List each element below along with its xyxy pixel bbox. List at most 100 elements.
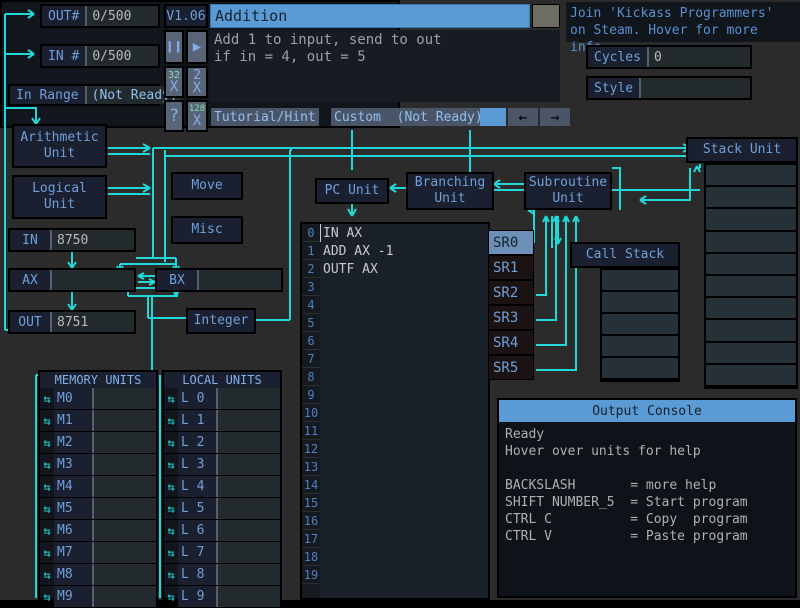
- local-unit-row-value[interactable]: [218, 564, 280, 585]
- stack-unit-row[interactable]: [706, 209, 796, 232]
- memory-unit-row-value[interactable]: [94, 586, 156, 607]
- call-stack-header[interactable]: Call Stack: [570, 242, 680, 268]
- swap-icon[interactable]: ⇆: [164, 454, 178, 475]
- out-counter[interactable]: OUT# 0/500: [40, 4, 160, 28]
- speed-32x-button[interactable]: 32 X: [164, 66, 184, 98]
- memory-unit-row[interactable]: ⇆ M5: [40, 498, 156, 520]
- code-line[interactable]: [320, 314, 488, 332]
- code-line[interactable]: [320, 512, 488, 530]
- stack-unit-row[interactable]: [706, 165, 796, 188]
- memory-units-table[interactable]: MEMORY UNITS ⇆ M0 ⇆ M1 ⇆ M2 ⇆ M3 ⇆ M4 ⇆ M5 ⇆ M6 ⇆ M7 ⇆ M8…: [38, 370, 158, 608]
- stack-unit-row[interactable]: [706, 298, 796, 321]
- code-line[interactable]: [320, 296, 488, 314]
- stack-unit-row[interactable]: [706, 187, 796, 210]
- code-line[interactable]: [320, 422, 488, 440]
- memory-unit-row-value[interactable]: [94, 388, 156, 409]
- swap-icon[interactable]: ⇆: [40, 564, 54, 585]
- subroutine-register-sr4[interactable]: SR4: [488, 330, 534, 355]
- subroutine-register-sr2[interactable]: SR2: [488, 280, 534, 305]
- in-range-status[interactable]: In Range (Not Ready): [8, 84, 183, 106]
- swap-icon[interactable]: ⇆: [164, 564, 178, 585]
- local-unit-row[interactable]: ⇆ L 1: [164, 410, 280, 432]
- local-unit-row-value[interactable]: [218, 432, 280, 453]
- swap-icon[interactable]: ⇆: [164, 498, 178, 519]
- local-units-table[interactable]: LOCAL UNITS ⇆ L 0 ⇆ L 1 ⇆ L 2 ⇆ L 3 ⇆ L 4 ⇆ L 5 ⇆ L 6…: [162, 370, 282, 608]
- code-editor[interactable]: 0 1 2 3 4 5 6 7 8 9 10 11 12 13 14 15 16 17 18 19 IN AX ADD …: [300, 222, 490, 600]
- next-program-button[interactable]: →: [540, 108, 570, 126]
- memory-unit-row[interactable]: ⇆ M7: [40, 542, 156, 564]
- swap-icon[interactable]: ⇆: [164, 388, 178, 409]
- speed-2x-button[interactable]: 2 X: [186, 66, 208, 98]
- register-bx[interactable]: BX: [155, 268, 283, 292]
- local-unit-row[interactable]: ⇆ L 9: [164, 586, 280, 608]
- memory-unit-row-value[interactable]: [94, 476, 156, 497]
- integer-unit[interactable]: Integer: [186, 308, 256, 334]
- code-line[interactable]: [320, 530, 488, 548]
- code-line[interactable]: [320, 332, 488, 350]
- call-stack-row[interactable]: [602, 292, 678, 314]
- program-title-input[interactable]: Addition: [210, 4, 530, 28]
- swap-icon[interactable]: ⇆: [40, 476, 54, 497]
- output-console[interactable]: Output Console Ready Hover over units fo…: [497, 398, 797, 598]
- local-unit-row[interactable]: ⇆ L 4: [164, 476, 280, 498]
- code-line[interactable]: ADD AX -1: [320, 242, 488, 260]
- memory-unit-row[interactable]: ⇆ M0: [40, 388, 156, 410]
- local-unit-row[interactable]: ⇆ L 6: [164, 520, 280, 542]
- local-unit-row-value[interactable]: [218, 410, 280, 431]
- memory-unit-row-value[interactable]: [94, 432, 156, 453]
- misc-unit[interactable]: Misc: [171, 216, 243, 244]
- subroutine-register-sr0[interactable]: SR0: [488, 230, 534, 255]
- swap-icon[interactable]: ⇆: [40, 454, 54, 475]
- memory-unit-row[interactable]: ⇆ M3: [40, 454, 156, 476]
- style-field[interactable]: Style: [586, 76, 752, 100]
- program-description[interactable]: Add 1 to input, send to out if in = 4, o…: [210, 30, 560, 102]
- memory-units-rows[interactable]: ⇆ M0 ⇆ M1 ⇆ M2 ⇆ M3 ⇆ M4 ⇆ M5 ⇆ M6 ⇆ M7 ⇆ M8 ⇆ M9: [40, 388, 156, 608]
- code-line[interactable]: OUTF AX: [320, 260, 488, 278]
- subroutine-register-list[interactable]: SR0 SR1 SR2 SR3 SR4 SR5: [488, 230, 534, 380]
- memory-unit-row-value[interactable]: [94, 564, 156, 585]
- swap-icon[interactable]: ⇆: [40, 498, 54, 519]
- cycles-field[interactable]: Cycles 0: [586, 45, 752, 69]
- stack-unit-row[interactable]: [706, 364, 796, 387]
- local-unit-row-value[interactable]: [218, 388, 280, 409]
- logical-unit[interactable]: Logical Unit: [12, 175, 107, 219]
- local-unit-row[interactable]: ⇆ L 0: [164, 388, 280, 410]
- memory-unit-row-value[interactable]: [94, 542, 156, 563]
- memory-unit-row-value[interactable]: [94, 520, 156, 541]
- stack-unit-header[interactable]: Stack Unit: [686, 137, 798, 163]
- local-unit-row-value[interactable]: [218, 476, 280, 497]
- swap-icon[interactable]: ⇆: [40, 520, 54, 541]
- prev-program-button[interactable]: ←: [508, 108, 538, 126]
- swap-icon[interactable]: ⇆: [164, 476, 178, 497]
- code-line[interactable]: IN AX: [320, 224, 488, 242]
- help-button[interactable]: ?: [164, 100, 184, 132]
- local-unit-row[interactable]: ⇆ L 7: [164, 542, 280, 564]
- code-line[interactable]: [320, 494, 488, 512]
- code-line[interactable]: [320, 350, 488, 368]
- code-line[interactable]: [320, 386, 488, 404]
- call-stack-row[interactable]: [602, 314, 678, 336]
- move-unit[interactable]: Move: [171, 172, 243, 200]
- speed-128x-button[interactable]: 128 X: [186, 100, 208, 132]
- local-unit-row-value[interactable]: [218, 454, 280, 475]
- arithmetic-unit[interactable]: Arithmetic Unit: [12, 124, 107, 168]
- stack-unit-row[interactable]: [706, 342, 796, 365]
- stack-unit-row[interactable]: [706, 275, 796, 299]
- local-unit-row[interactable]: ⇆ L 2: [164, 432, 280, 454]
- swap-icon[interactable]: ⇆: [164, 542, 178, 563]
- local-unit-row[interactable]: ⇆ L 8: [164, 564, 280, 586]
- local-unit-row-value[interactable]: [218, 586, 280, 607]
- memory-unit-row[interactable]: ⇆ M9: [40, 586, 156, 608]
- local-unit-row-value[interactable]: [218, 498, 280, 519]
- subroutine-unit[interactable]: Subroutine Unit: [524, 172, 612, 210]
- tutorial-hint-button[interactable]: Tutorial/Hint: [211, 108, 319, 126]
- code-area[interactable]: IN AX ADD AX -1 OUTF AX: [320, 224, 488, 598]
- code-line[interactable]: [320, 566, 488, 584]
- pause-button[interactable]: ❙❙: [164, 30, 184, 64]
- local-unit-row[interactable]: ⇆ L 5: [164, 498, 280, 520]
- code-line[interactable]: [320, 458, 488, 476]
- memory-unit-row-value[interactable]: [94, 410, 156, 431]
- memory-unit-row[interactable]: ⇆ M1: [40, 410, 156, 432]
- local-unit-row-value[interactable]: [218, 520, 280, 541]
- branching-unit[interactable]: Branching Unit: [406, 172, 494, 210]
